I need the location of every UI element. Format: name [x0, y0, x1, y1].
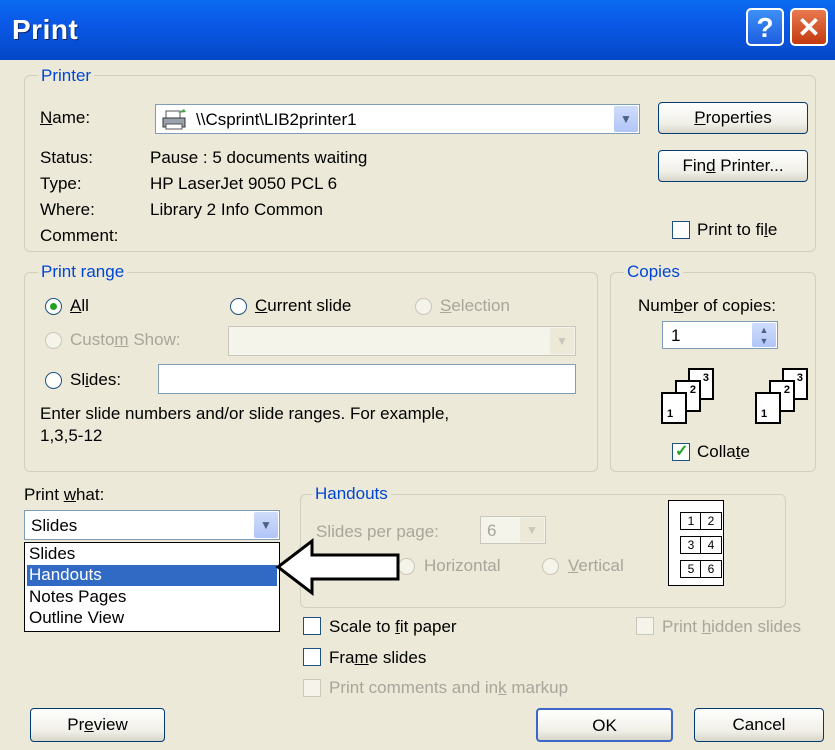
where-label: Where:	[40, 200, 95, 219]
frame-slides-label[interactable]: Frame slides	[329, 648, 426, 668]
list-item[interactable]: Handouts	[27, 565, 277, 586]
print-what-label: Print what:	[24, 485, 105, 504]
slide-range-hint: Enter slide numbers and/or slide ranges.…	[40, 404, 450, 423]
handout-preview-slide: 6	[700, 560, 722, 578]
handout-preview-slide: 5	[680, 560, 702, 578]
handout-preview-slide: 2	[700, 512, 722, 530]
dialog-title: Print	[12, 14, 79, 45]
handout-preview-slide: 3	[680, 536, 702, 554]
title-bar[interactable]: Print ? ✕	[0, 0, 835, 60]
slides-per-page-select[interactable]: 6 ▼	[480, 516, 546, 544]
handouts-legend: Handouts	[312, 484, 391, 504]
slides-label[interactable]: Slides:	[70, 370, 121, 390]
close-icon[interactable]: ✕	[790, 8, 828, 46]
status-label: Status:	[40, 148, 93, 167]
print-what-dropdown-list: Slides Handouts Notes Pages Outline View	[24, 542, 280, 632]
print-to-file-label[interactable]: Print to file	[697, 220, 777, 240]
slides-input[interactable]	[158, 364, 576, 394]
handout-preview-slide: 4	[700, 536, 722, 554]
copies-stepper[interactable]: 1 ▲ ▼	[662, 321, 778, 349]
selection-radio[interactable]	[415, 298, 432, 315]
all-radio[interactable]	[45, 298, 62, 315]
chevron-down-icon[interactable]: ▼	[550, 328, 574, 354]
current-slide-label[interactable]: Current slide	[255, 296, 351, 316]
copies-value: 1	[671, 326, 681, 345]
copies-legend: Copies	[624, 262, 683, 282]
slides-per-page-value: 6	[487, 521, 497, 540]
print-hidden-slides-label[interactable]: Print hidden slides	[662, 617, 801, 637]
print-comments-checkbox[interactable]	[303, 679, 321, 697]
horizontal-label[interactable]: Horizontal	[424, 556, 501, 576]
printer-name-select[interactable]: \\Csprint\LIB2printer1 ▼	[155, 104, 640, 134]
printer-legend: Printer	[38, 66, 95, 86]
custom-show-radio[interactable]	[45, 332, 62, 349]
list-item[interactable]: Notes Pages	[27, 587, 277, 608]
collate-page-1: 1	[755, 392, 781, 424]
chevron-down-icon[interactable]: ▼	[520, 518, 544, 542]
help-icon[interactable]: ?	[746, 8, 784, 46]
pointer-arrow-icon	[275, 537, 400, 597]
custom-show-select[interactable]: ▼	[228, 326, 576, 356]
slides-radio[interactable]	[45, 372, 62, 389]
scale-to-fit-checkbox[interactable]	[303, 617, 321, 635]
print-dialog: Print ? ✕ Printer Name: \\Csprint\LIB2pr…	[0, 0, 835, 750]
print-comments-label[interactable]: Print comments and ink markup	[329, 678, 568, 698]
find-printer-button[interactable]: Find Printer...	[658, 150, 808, 182]
all-label[interactable]: All	[70, 296, 89, 316]
print-what-value: Slides	[31, 516, 78, 535]
custom-show-label[interactable]: Custom Show:	[70, 330, 181, 350]
ok-button[interactable]: OK	[536, 708, 673, 742]
selection-label[interactable]: Selection	[440, 296, 510, 316]
where-value: Library 2 Info Common	[150, 200, 323, 219]
type-label: Type:	[40, 174, 82, 193]
scale-to-fit-label[interactable]: Scale to fit paper	[329, 617, 457, 637]
collate-checkbox[interactable]: ✓	[672, 443, 690, 461]
spin-arrows-icon[interactable]: ▲ ▼	[752, 323, 776, 347]
frame-slides-checkbox[interactable]	[303, 648, 321, 666]
status-value: Pause : 5 documents waiting	[150, 148, 368, 167]
number-of-copies-label: Number of copies:	[638, 296, 776, 315]
vertical-label[interactable]: Vertical	[568, 556, 624, 576]
slide-range-example: 1,3,5-12	[40, 426, 103, 445]
printer-name-value: \\Csprint\LIB2printer1	[196, 110, 357, 129]
collate-label[interactable]: Collate	[697, 442, 750, 462]
print-range-legend: Print range	[38, 262, 128, 282]
comment-label: Comment:	[40, 226, 119, 245]
chevron-down-icon[interactable]: ▼	[254, 512, 278, 538]
type-value: HP LaserJet 9050 PCL 6	[150, 174, 338, 193]
cancel-button[interactable]: Cancel	[694, 708, 824, 742]
chevron-down-icon[interactable]: ▼	[614, 106, 638, 132]
properties-button[interactable]: Properties	[658, 102, 808, 134]
vertical-radio[interactable]	[542, 558, 559, 575]
current-slide-radio[interactable]	[230, 298, 247, 315]
print-what-select[interactable]: Slides ▼	[24, 510, 280, 540]
name-label: Name:	[40, 108, 91, 127]
preview-button[interactable]: Preview	[30, 708, 165, 742]
list-item[interactable]: Slides	[27, 544, 277, 565]
print-to-file-checkbox[interactable]	[672, 221, 690, 239]
collate-page-1: 1	[661, 392, 687, 424]
list-item[interactable]: Outline View	[27, 608, 277, 629]
printer-icon	[162, 109, 186, 130]
print-hidden-slides-checkbox[interactable]	[636, 617, 654, 635]
handout-preview-slide: 1	[680, 512, 702, 530]
